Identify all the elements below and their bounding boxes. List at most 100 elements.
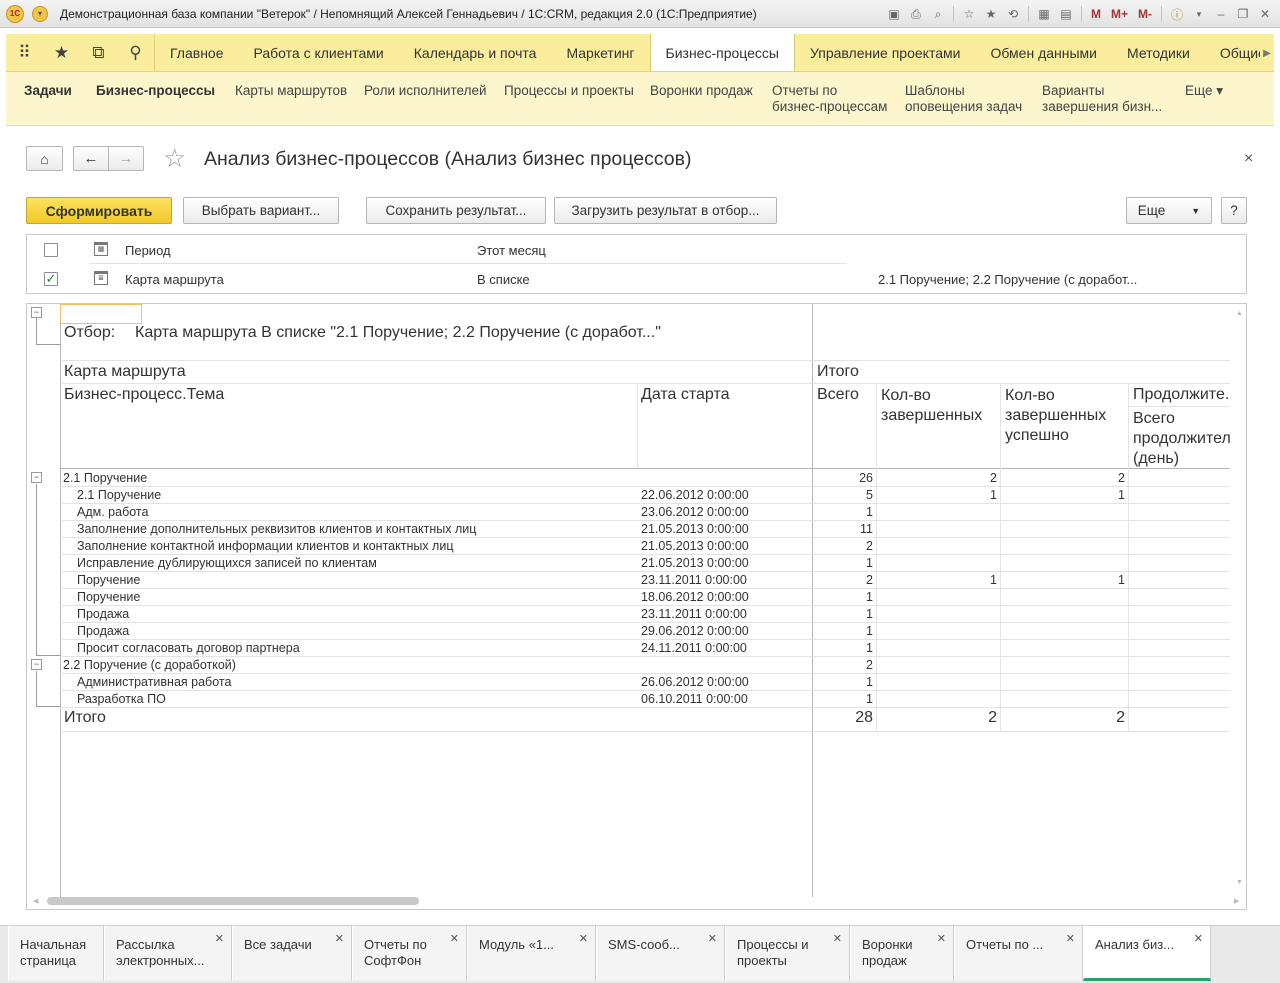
subnav-performer-roles[interactable]: Роли исполнителей	[364, 83, 487, 99]
close-tab-icon[interactable]: ✕	[579, 931, 588, 947]
scroll-down-icon[interactable]: ▼	[1236, 879, 1243, 886]
favorites-star-icon[interactable]: ★	[43, 34, 80, 71]
header-topic: Бизнес-процесс.Тема	[64, 386, 225, 403]
section-main[interactable]: Главное	[155, 34, 239, 71]
history-icon[interactable]: ⧉	[80, 34, 117, 71]
header-col-duration: Продолжите...	[1133, 386, 1230, 403]
app-logo-icon[interactable]: 1С	[6, 4, 24, 23]
subnav-completion-variants[interactable]: Варианты завершения бизн...	[1042, 83, 1162, 115]
cell-total: 1	[866, 556, 873, 570]
subnav-business-processes[interactable]: Бизнес-процессы	[96, 83, 215, 99]
setting-value[interactable]: 2.1 Поручение; 2.2 Поручение (с доработ.…	[878, 272, 1137, 287]
choose-variant-button[interactable]: Выбрать вариант...	[183, 197, 339, 224]
main-menu-icon[interactable]: ▾	[32, 5, 48, 22]
minimize-icon[interactable]: –	[1212, 5, 1230, 23]
calculator-icon[interactable]: ▦	[1035, 5, 1053, 23]
cell-success: 1	[1118, 573, 1125, 587]
save-icon[interactable]: ▣	[885, 5, 903, 23]
dropdown-icon[interactable]: ▾	[1190, 5, 1208, 23]
cell-total: 2	[866, 658, 873, 672]
close-tab-icon[interactable]: ✕	[1066, 931, 1075, 947]
window-tab[interactable]: Рассылка электронных... ✕	[104, 926, 232, 981]
header-total: Итого	[817, 363, 859, 380]
memory-subtract-button[interactable]: M-	[1135, 5, 1155, 23]
window-tab[interactable]: Процессы и проекты ✕	[725, 926, 850, 981]
favorites-add-icon[interactable]: ☆	[960, 5, 978, 23]
subnav-notification-templates[interactable]: Шаблоны оповещения задач	[905, 83, 1022, 115]
home-button[interactable]: ⌂	[26, 146, 63, 171]
close-tab-icon[interactable]: ✕	[937, 931, 946, 947]
all-functions-icon[interactable]: ⠿	[6, 34, 43, 71]
window-tab[interactable]: SMS-сооб... ✕	[596, 926, 725, 981]
memory-add-button[interactable]: M+	[1108, 5, 1131, 23]
more-button[interactable]: Еще ▼	[1126, 197, 1212, 224]
close-tab-icon[interactable]: ✕	[1194, 931, 1203, 947]
section-projects[interactable]: Управление проектами	[795, 34, 975, 71]
close-tab-icon[interactable]: ✕	[450, 931, 459, 947]
favorite-star-icon[interactable]: ☆	[163, 144, 186, 172]
restore-icon[interactable]: ❐	[1234, 5, 1252, 23]
help-button[interactable]: ?	[1221, 197, 1247, 224]
section-calendar-mail[interactable]: Календарь и почта	[399, 34, 552, 71]
window-tab[interactable]: Отчеты по ... ✕	[954, 926, 1083, 981]
setting-checkbox-period[interactable]	[44, 243, 58, 257]
forward-button[interactable]: →	[108, 146, 144, 171]
section-data-exchange[interactable]: Обмен данными	[975, 34, 1112, 71]
subnav-bp-reports[interactable]: Отчеты по бизнес-процессам	[772, 83, 887, 115]
load-result-button[interactable]: Загрузить результат в отбор...	[554, 197, 777, 224]
group-collapse-toggle[interactable]: −	[31, 472, 42, 483]
horizontal-scrollbar[interactable]	[47, 897, 419, 905]
window-tab[interactable]: Воронки продаж ✕	[850, 926, 954, 981]
caret-down-icon: ▼	[1191, 205, 1201, 216]
setting-checkbox-route-map[interactable]: ✓	[44, 272, 58, 286]
setting-condition[interactable]: В списке	[477, 272, 530, 287]
print-icon[interactable]: ⎙	[907, 5, 925, 23]
cell-completed: 1	[990, 573, 997, 587]
scroll-right-icon[interactable]: ▶	[1234, 897, 1239, 905]
close-tab-icon[interactable]: ✕	[833, 931, 842, 947]
favorites-icon[interactable]: ★	[982, 5, 1000, 23]
active-cell[interactable]	[60, 304, 142, 324]
section-marketing[interactable]: Маркетинг	[551, 34, 649, 71]
collapse-toggle[interactable]: −	[31, 307, 42, 318]
group-collapse-toggle[interactable]: −	[31, 659, 42, 670]
window-tab[interactable]: Модуль «1... ✕	[467, 926, 596, 981]
generate-button[interactable]: Сформировать	[26, 197, 172, 224]
subnav-processes-projects[interactable]: Процессы и проекты	[504, 83, 634, 99]
memory-button[interactable]: M	[1088, 5, 1104, 23]
row-topic: Продажа	[77, 607, 130, 621]
section-methods[interactable]: Методики	[1112, 34, 1205, 71]
setting-condition[interactable]: Этот месяц	[477, 243, 546, 258]
row-topic: 2.1 Поручение	[77, 488, 162, 502]
subnav-sales-funnels[interactable]: Воронки продаж	[650, 83, 753, 99]
section-commands: Задачи Бизнес-процессы Карты маршрутов Р…	[6, 72, 1274, 126]
history-icon[interactable]: ⟲	[1004, 5, 1022, 23]
back-button[interactable]: ←	[73, 146, 109, 171]
window-tab[interactable]: Все задачи ✕	[232, 926, 352, 981]
subnav-tasks[interactable]: Задачи	[24, 83, 72, 99]
window-tab[interactable]: Отчеты по СофтФон ✕	[352, 926, 467, 981]
close-tab-icon[interactable]: ✕	[215, 931, 224, 947]
info-icon[interactable]: ⓘ	[1168, 5, 1186, 23]
subnav-more[interactable]: Еще ▾	[1185, 83, 1223, 99]
close-tab-icon[interactable]: ✕	[708, 931, 717, 947]
scroll-left-icon[interactable]: ◀	[33, 897, 38, 905]
group-name: 2.2 Поручение (с доработкой)	[63, 658, 236, 672]
preview-icon[interactable]: ⌕	[929, 5, 947, 23]
subnav-route-maps[interactable]: Карты маршрутов	[235, 83, 347, 99]
close-form-icon[interactable]: ×	[1244, 150, 1253, 168]
row-topic: Адм. работа	[77, 505, 149, 519]
sections-scroll-right-icon[interactable]: ▶	[1260, 34, 1274, 71]
save-result-button[interactable]: Сохранить результат...	[366, 197, 546, 224]
search-icon[interactable]: ⚲	[117, 34, 154, 71]
scroll-up-icon[interactable]: ▲	[1236, 310, 1243, 317]
window-tab[interactable]: Анализ биз... ✕	[1083, 926, 1211, 981]
close-tab-icon[interactable]: ✕	[335, 931, 344, 947]
window-tab[interactable]: Начальная страница	[8, 926, 104, 981]
section-clients[interactable]: Работа с клиентами	[239, 34, 399, 71]
close-window-icon[interactable]: ✕	[1256, 5, 1274, 23]
report-spreadsheet[interactable]: − Отбор: Карта маршрута В списке "2.1 По…	[26, 303, 1247, 910]
calendar-icon[interactable]: ▤	[1057, 5, 1075, 23]
section-business-processes[interactable]: Бизнес-процессы	[649, 34, 795, 71]
row-topic: Продажа	[77, 624, 130, 638]
